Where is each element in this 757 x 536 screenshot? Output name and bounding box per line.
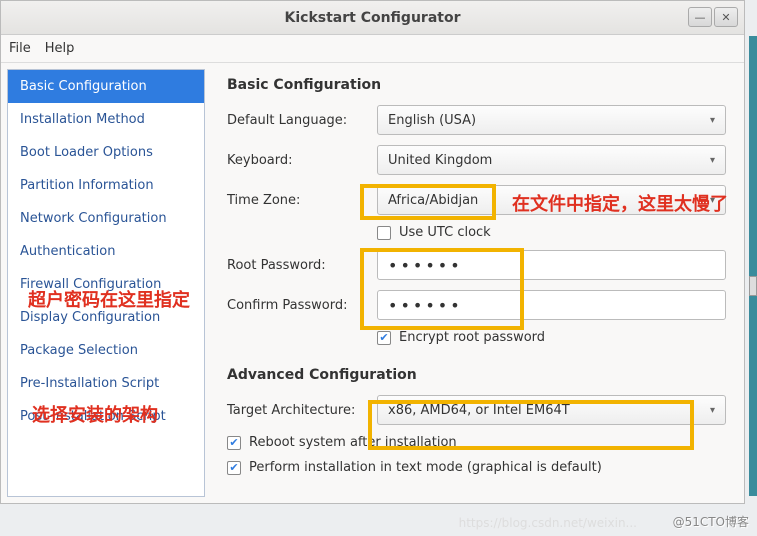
- sidebar-item-network[interactable]: Network Configuration: [8, 202, 204, 235]
- sidebar-item-pre[interactable]: Pre-Installation Script: [8, 367, 204, 400]
- sidebar: Basic Configuration Installation Method …: [7, 69, 205, 497]
- section-title-basic: Basic Configuration: [227, 77, 726, 93]
- label-utc: Use UTC clock: [399, 225, 491, 240]
- combo-value: English (USA): [388, 113, 476, 128]
- sidebar-item-bootloader[interactable]: Boot Loader Options: [8, 136, 204, 169]
- combo-keyboard[interactable]: United Kingdom ▾: [377, 145, 726, 175]
- row-utc: Use UTC clock: [377, 225, 726, 240]
- row-default-language: Default Language: English (USA) ▾: [227, 105, 726, 135]
- label-keyboard: Keyboard:: [227, 153, 377, 168]
- row-textmode: Perform installation in text mode (graph…: [227, 460, 726, 475]
- input-root-password[interactable]: ••••••: [377, 250, 726, 280]
- row-target-arch: Target Architecture: x86, AMD64, or Inte…: [227, 395, 726, 425]
- main-panel: Basic Configuration Default Language: En…: [205, 63, 744, 503]
- titlebar-buttons: — ✕: [688, 7, 738, 27]
- label-textmode: Perform installation in text mode (graph…: [249, 460, 602, 475]
- checkbox-encrypt[interactable]: [377, 331, 391, 345]
- checkbox-textmode[interactable]: [227, 461, 241, 475]
- menu-help[interactable]: Help: [45, 41, 75, 56]
- titlebar: Kickstart Configurator — ✕: [1, 1, 744, 35]
- label-timezone: Time Zone:: [227, 193, 377, 208]
- label-default-language: Default Language:: [227, 113, 377, 128]
- sidebar-item-installation[interactable]: Installation Method: [8, 103, 204, 136]
- background-handle: [749, 276, 757, 296]
- label-reboot: Reboot system after installation: [249, 435, 457, 450]
- window-body: Basic Configuration Installation Method …: [1, 63, 744, 503]
- sidebar-item-packages[interactable]: Package Selection: [8, 334, 204, 367]
- combo-target-arch[interactable]: x86, AMD64, or Intel EM64T ▾: [377, 395, 726, 425]
- row-root-password: Root Password: ••••••: [227, 250, 726, 280]
- combo-default-language[interactable]: English (USA) ▾: [377, 105, 726, 135]
- sidebar-item-auth[interactable]: Authentication: [8, 235, 204, 268]
- menu-file[interactable]: File: [9, 41, 31, 56]
- label-confirm-password: Confirm Password:: [227, 298, 377, 313]
- watermark: @51CTO博客: [673, 513, 749, 530]
- combo-value: Africa/Abidjan: [388, 193, 478, 208]
- label-encrypt: Encrypt root password: [399, 330, 545, 345]
- row-confirm-password: Confirm Password: ••••••: [227, 290, 726, 320]
- row-timezone: Time Zone: Africa/Abidjan ▾: [227, 185, 726, 215]
- close-button[interactable]: ✕: [714, 7, 738, 27]
- sidebar-item-basic[interactable]: Basic Configuration: [8, 70, 204, 103]
- chevron-down-icon: ▾: [710, 195, 715, 206]
- input-confirm-password[interactable]: ••••••: [377, 290, 726, 320]
- window-title: Kickstart Configurator: [285, 10, 461, 26]
- combo-value: x86, AMD64, or Intel EM64T: [388, 403, 570, 418]
- app-window: Kickstart Configurator — ✕ File Help Bas…: [0, 0, 745, 504]
- sidebar-item-firewall[interactable]: Firewall Configuration: [8, 268, 204, 301]
- row-encrypt: Encrypt root password: [377, 330, 726, 345]
- advanced-section: Advanced Configuration Target Architectu…: [227, 367, 726, 475]
- checkbox-reboot[interactable]: [227, 436, 241, 450]
- chevron-down-icon: ▾: [710, 115, 715, 126]
- combo-value: United Kingdom: [388, 153, 492, 168]
- section-title-advanced: Advanced Configuration: [227, 367, 726, 383]
- checkbox-utc[interactable]: [377, 226, 391, 240]
- row-keyboard: Keyboard: United Kingdom ▾: [227, 145, 726, 175]
- menubar: File Help: [1, 35, 744, 63]
- sidebar-item-post[interactable]: Post-Installation Script: [8, 400, 204, 433]
- sidebar-item-partition[interactable]: Partition Information: [8, 169, 204, 202]
- chevron-down-icon: ▾: [710, 155, 715, 166]
- label-root-password: Root Password:: [227, 258, 377, 273]
- minimize-button[interactable]: —: [688, 7, 712, 27]
- background-strip: [749, 36, 757, 496]
- row-reboot: Reboot system after installation: [227, 435, 726, 450]
- sidebar-item-display[interactable]: Display Configuration: [8, 301, 204, 334]
- label-target-arch: Target Architecture:: [227, 403, 377, 418]
- chevron-down-icon: ▾: [710, 405, 715, 416]
- combo-timezone[interactable]: Africa/Abidjan ▾: [377, 185, 726, 215]
- watermark-url: https://blog.csdn.net/weixin...: [459, 516, 637, 530]
